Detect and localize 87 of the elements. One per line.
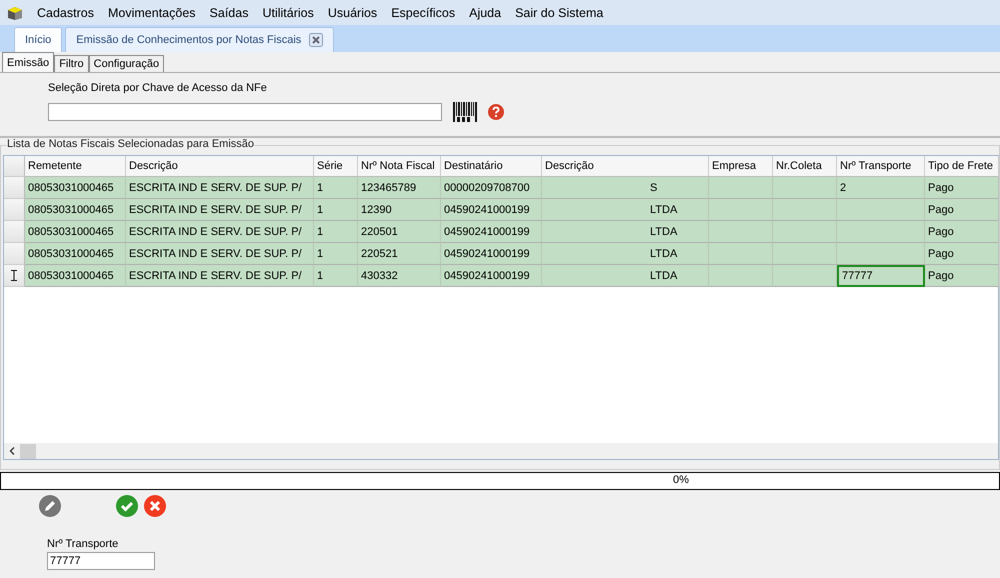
column-header[interactable]: Nr.Coleta bbox=[773, 156, 837, 177]
table-cell: 220501 bbox=[358, 221, 441, 243]
text-cursor-icon bbox=[11, 270, 17, 281]
access-key-field[interactable] bbox=[48, 103, 442, 121]
table-cell bbox=[773, 265, 837, 287]
horizontal-scrollbar[interactable] bbox=[4, 443, 998, 459]
table-cell: S bbox=[542, 177, 709, 199]
table-cell: ESCRITA IND E SERV. DE SUP. P/ bbox=[126, 221, 314, 243]
table-cell: 00000209708700 bbox=[441, 177, 542, 199]
menu-item[interactable]: Sair do Sistema bbox=[508, 6, 610, 20]
column-header[interactable]: Descrição bbox=[542, 156, 709, 177]
table-cell bbox=[709, 243, 773, 265]
menu-item[interactable]: Usuários bbox=[320, 6, 384, 20]
menu-item[interactable]: Movimentações bbox=[100, 6, 203, 20]
table-cell: LTDA bbox=[542, 243, 709, 265]
table-cell: 123465789 bbox=[358, 177, 441, 199]
table-cell bbox=[709, 221, 773, 243]
transport-number-field[interactable]: 77777 bbox=[47, 552, 155, 570]
column-header[interactable]: Destinatário bbox=[441, 156, 542, 177]
table-cell: Pago bbox=[925, 265, 999, 287]
table-cell: 08053031000465 bbox=[25, 221, 126, 243]
row-header[interactable] bbox=[4, 265, 25, 287]
table-cell: ESCRITA IND E SERV. DE SUP. P/ bbox=[126, 243, 314, 265]
table-cell: 08053031000465 bbox=[25, 199, 126, 221]
table-cell bbox=[773, 177, 837, 199]
column-header[interactable]: Descrição bbox=[126, 156, 314, 177]
table-cell: 12390 bbox=[358, 199, 441, 221]
table-cell bbox=[773, 243, 837, 265]
menu-item[interactable]: Cadastros bbox=[30, 6, 101, 20]
menu-item[interactable]: Específicos bbox=[384, 6, 462, 20]
scroll-thumb[interactable] bbox=[20, 444, 36, 458]
table-cell: 04590241000199 bbox=[441, 199, 542, 221]
barcode-icon[interactable] bbox=[452, 101, 478, 123]
close-icon[interactable] bbox=[309, 33, 324, 47]
help-icon[interactable] bbox=[488, 104, 504, 120]
table-cell: 08053031000465 bbox=[25, 243, 126, 265]
menu-item[interactable]: Utilitários bbox=[255, 6, 321, 20]
document-tab[interactable]: Emissão de Conhecimentos por Notas Fiscais bbox=[65, 27, 334, 52]
menu-item[interactable]: Ajuda bbox=[462, 6, 508, 20]
tab[interactable]: Filtro bbox=[54, 55, 89, 72]
table-cell: Pago bbox=[925, 221, 999, 243]
table-cell: 1 bbox=[314, 177, 358, 199]
table-cell: 430332 bbox=[358, 265, 441, 287]
column-header[interactable]: Empresa bbox=[709, 156, 773, 177]
table-cell: Pago bbox=[925, 177, 999, 199]
tab[interactable]: Configuração bbox=[88, 55, 164, 72]
table-cell bbox=[709, 265, 773, 287]
edit-icon[interactable] bbox=[39, 495, 61, 517]
column-header[interactable]: Remetente bbox=[25, 156, 126, 177]
table-cell: 04590241000199 bbox=[441, 243, 542, 265]
table-cell: 1 bbox=[314, 221, 358, 243]
table-cell: 04590241000199 bbox=[441, 265, 542, 287]
column-header[interactable]: Nrº Nota Fiscal bbox=[358, 156, 441, 177]
column-header[interactable]: Série bbox=[314, 156, 358, 177]
document-tab[interactable]: Início bbox=[14, 27, 62, 52]
group-title: Lista de Notas Fiscais Selecionadas para Emissão bbox=[7, 138, 254, 150]
table-cell: 04590241000199 bbox=[441, 221, 542, 243]
menu-item[interactable]: Saídas bbox=[202, 6, 256, 20]
table-cell: LTDA bbox=[542, 265, 709, 287]
table-cell: 08053031000465 bbox=[25, 265, 126, 287]
table-cell: ESCRITA IND E SERV. DE SUP. P/ bbox=[126, 199, 314, 221]
field-label: Seleção Direta por Chave de Acesso da NFe bbox=[48, 82, 268, 96]
table-cell bbox=[709, 177, 773, 199]
app-logo-icon bbox=[6, 4, 24, 20]
table-cell: ESCRITA IND E SERV. DE SUP. P/ bbox=[126, 177, 314, 199]
tab[interactable]: Emissão bbox=[2, 52, 54, 72]
field-label: Nrº Transporte bbox=[47, 538, 120, 552]
column-header[interactable]: Nrº Transporte bbox=[837, 156, 925, 177]
table-cell: ESCRITA IND E SERV. DE SUP. P/ bbox=[126, 265, 314, 287]
table-cell: 1 bbox=[314, 265, 358, 287]
table-cell bbox=[773, 221, 837, 243]
table-cell bbox=[709, 199, 773, 221]
table-cell: 08053031000465 bbox=[25, 177, 126, 199]
table-cell: 2 bbox=[837, 177, 925, 199]
table-cell bbox=[773, 199, 837, 221]
table-cell: 1 bbox=[314, 199, 358, 221]
table-cell: 77777 bbox=[837, 265, 925, 287]
progress-reading: 0% bbox=[673, 474, 689, 486]
table-cell: 1 bbox=[314, 243, 358, 265]
table-cell: LTDA bbox=[542, 221, 709, 243]
confirm-icon[interactable] bbox=[116, 495, 138, 517]
table-cell: 220521 bbox=[358, 243, 441, 265]
cancel-icon[interactable] bbox=[144, 495, 166, 517]
table-cell: Pago bbox=[925, 199, 999, 221]
table-cell: LTDA bbox=[542, 199, 709, 221]
column-header[interactable]: Tipo de Frete bbox=[925, 156, 999, 177]
table-cell: Pago bbox=[925, 243, 999, 265]
